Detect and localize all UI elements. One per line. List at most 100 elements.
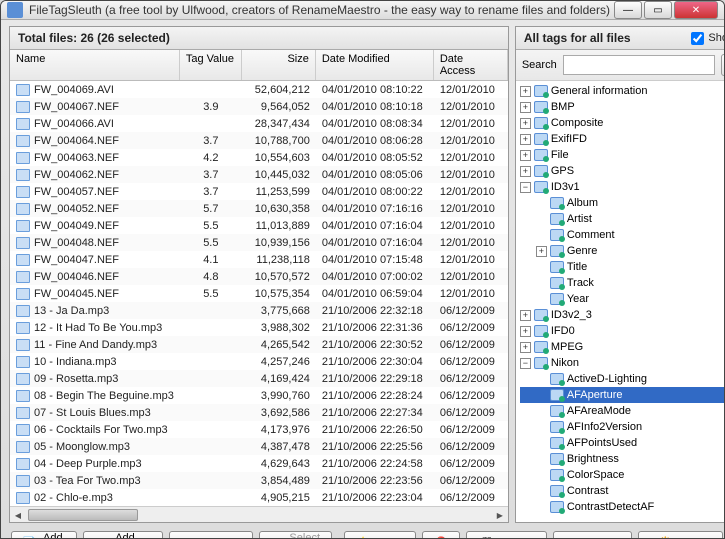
table-row[interactable]: FW_004052.NEF5.710,630,35804/01/2010 07:…	[10, 200, 508, 217]
table-row[interactable]: FW_004046.NEF4.810,570,57204/01/2010 07:…	[10, 268, 508, 285]
table-row[interactable]: 02 - Chlo-e.mp34,905,21521/10/2006 22:23…	[10, 489, 508, 506]
tree-node[interactable]: Title	[520, 259, 725, 275]
tree-expander[interactable]: −	[520, 358, 531, 369]
file-accessed: 06/12/2009	[434, 457, 508, 471]
tree-node[interactable]: +Genre	[520, 243, 725, 259]
tree-node[interactable]: Album	[520, 195, 725, 211]
tree-node[interactable]: AFPointsUsed	[520, 435, 725, 451]
tree-node[interactable]: Brightness	[520, 451, 725, 467]
table-row[interactable]: FW_004069.AVI52,604,21204/01/2010 08:10:…	[10, 81, 508, 98]
table-row[interactable]: 04 - Deep Purple.mp34,629,64321/10/2006 …	[10, 455, 508, 472]
tree-node[interactable]: Comment	[520, 227, 725, 243]
col-date-accessed[interactable]: Date Access	[434, 50, 508, 80]
tree-node[interactable]: Artist	[520, 211, 725, 227]
tree-node[interactable]: +ExifIFD	[520, 131, 725, 147]
tree-expander[interactable]: +	[520, 310, 531, 321]
tree-node[interactable]: +BMP	[520, 99, 725, 115]
table-row[interactable]: FW_004063.NEF4.210,554,60304/01/2010 08:…	[10, 149, 508, 166]
tree-node[interactable]: Year	[520, 291, 725, 307]
tree-node[interactable]: Contrast	[520, 483, 725, 499]
tree-node[interactable]: ContrastDetectAF	[520, 499, 725, 515]
file-list[interactable]: FW_004069.AVI52,604,21204/01/2010 08:10:…	[10, 81, 508, 506]
tree-expander[interactable]: +	[520, 150, 531, 161]
export-button[interactable]: Export	[553, 531, 632, 539]
tree-node[interactable]: −ID3v1	[520, 179, 725, 195]
tree-node[interactable]: +File	[520, 147, 725, 163]
tag-icon	[550, 437, 564, 449]
remove-button[interactable]: ➖Remove	[169, 531, 253, 539]
table-row[interactable]: FW_004047.NEF4.111,238,11804/01/2010 07:…	[10, 251, 508, 268]
tree-label: Title	[567, 261, 587, 273]
tag-icon	[534, 165, 548, 177]
col-tag-value[interactable]: Tag Value	[180, 50, 242, 80]
tree-node[interactable]: +ID3v2_3	[520, 307, 725, 323]
table-row[interactable]: FW_004062.NEF3.710,445,03204/01/2010 08:…	[10, 166, 508, 183]
table-row[interactable]: FW_004049.NEF5.511,013,88904/01/2010 07:…	[10, 217, 508, 234]
tree-expander[interactable]: +	[536, 246, 547, 257]
tree-node[interactable]: AFAperture	[520, 387, 725, 403]
table-row[interactable]: FW_004064.NEF3.710,788,70004/01/2010 08:…	[10, 132, 508, 149]
tree-node[interactable]: +GPS	[520, 163, 725, 179]
table-row[interactable]: FW_004045.NEF5.510,575,35404/01/2010 06:…	[10, 285, 508, 302]
table-row[interactable]: FW_004048.NEF5.510,939,15604/01/2010 07:…	[10, 234, 508, 251]
col-date-modified[interactable]: Date Modified	[316, 50, 434, 80]
tree-expander[interactable]: +	[520, 342, 531, 353]
show-all-tags-input[interactable]	[691, 32, 704, 45]
add-files-button[interactable]: 📄Add Files	[11, 531, 77, 539]
select-all-button[interactable]: ◯Select All	[259, 531, 333, 539]
options-button[interactable]: 🛠Options	[466, 531, 547, 539]
table-row[interactable]: 08 - Begin The Beguine.mp33,990,76021/10…	[10, 387, 508, 404]
tree-node[interactable]: +General information	[520, 83, 725, 99]
table-row[interactable]: 10 - Indiana.mp34,257,24621/10/2006 22:3…	[10, 353, 508, 370]
col-name[interactable]: Name	[10, 50, 180, 80]
tree-node[interactable]: AFInfo2Version	[520, 419, 725, 435]
tree-node[interactable]: +IFD0	[520, 323, 725, 339]
close-button[interactable]: ✕	[674, 1, 718, 19]
table-row[interactable]: 03 - Tea For Two.mp33,854,48921/10/2006 …	[10, 472, 508, 489]
tree-node[interactable]: ActiveD-Lighting	[520, 371, 725, 387]
tree-expander[interactable]: −	[520, 182, 531, 193]
table-row[interactable]: FW_004057.NEF3.711,253,59904/01/2010 08:…	[10, 183, 508, 200]
horizontal-scrollbar[interactable]: ◀ ▶	[10, 506, 508, 522]
file-accessed: 12/01/2010	[434, 100, 508, 114]
scroll-right-arrow[interactable]: ▶	[492, 507, 508, 522]
tree-expander[interactable]: +	[520, 118, 531, 129]
table-row[interactable]: FW_004066.AVI28,347,43404/01/2010 08:08:…	[10, 115, 508, 132]
table-row[interactable]: 13 - Ja Da.mp33,775,66821/10/2006 22:32:…	[10, 302, 508, 319]
search-input[interactable]	[563, 55, 715, 75]
tree-expander[interactable]: +	[520, 326, 531, 337]
help-button[interactable]: ❓	[422, 531, 460, 539]
file-icon	[16, 84, 30, 96]
tag-tree[interactable]: +General information+BMP+Composite+ExifI…	[516, 81, 725, 522]
refresh-button[interactable]: ⟳	[721, 54, 725, 76]
minimize-button[interactable]: —	[614, 1, 642, 19]
quit-button[interactable]: 🖐Quit	[638, 531, 723, 539]
show-all-tags-checkbox[interactable]: Show All Tags	[691, 32, 725, 45]
table-row[interactable]: 06 - Cocktails For Two.mp34,173,97621/10…	[10, 421, 508, 438]
file-modified: 21/10/2006 22:29:18	[316, 372, 434, 386]
file-size: 3,775,668	[242, 304, 316, 318]
tree-node[interactable]: AFAreaMode	[520, 403, 725, 419]
tree-expander[interactable]: +	[520, 86, 531, 97]
tree-node[interactable]: −Nikon	[520, 355, 725, 371]
tree-expander[interactable]: +	[520, 102, 531, 113]
table-row[interactable]: 11 - Fine And Dandy.mp34,265,54221/10/20…	[10, 336, 508, 353]
tree-expander[interactable]: +	[520, 134, 531, 145]
about-button[interactable]: ⭐About	[344, 531, 416, 539]
tree-node[interactable]: +Composite	[520, 115, 725, 131]
table-row[interactable]: FW_004067.NEF3.99,564,05204/01/2010 08:1…	[10, 98, 508, 115]
tree-node[interactable]: Track	[520, 275, 725, 291]
table-row[interactable]: 05 - Moonglow.mp34,387,47821/10/2006 22:…	[10, 438, 508, 455]
col-size[interactable]: Size	[242, 50, 316, 80]
scroll-left-arrow[interactable]: ◀	[10, 507, 26, 522]
table-row[interactable]: 12 - It Had To Be You.mp33,988,30221/10/…	[10, 319, 508, 336]
tree-node[interactable]: ColorSpace	[520, 467, 725, 483]
tree-expander[interactable]: +	[520, 166, 531, 177]
file-size: 11,238,118	[242, 253, 316, 267]
tree-node[interactable]: +MPEG	[520, 339, 725, 355]
table-row[interactable]: 07 - St Louis Blues.mp33,692,58621/10/20…	[10, 404, 508, 421]
maximize-button[interactable]: ▭	[644, 1, 672, 19]
scroll-thumb[interactable]	[28, 509, 138, 521]
table-row[interactable]: 09 - Rosetta.mp34,169,42421/10/2006 22:2…	[10, 370, 508, 387]
add-folders-button[interactable]: 📁Add Folders	[83, 531, 163, 539]
